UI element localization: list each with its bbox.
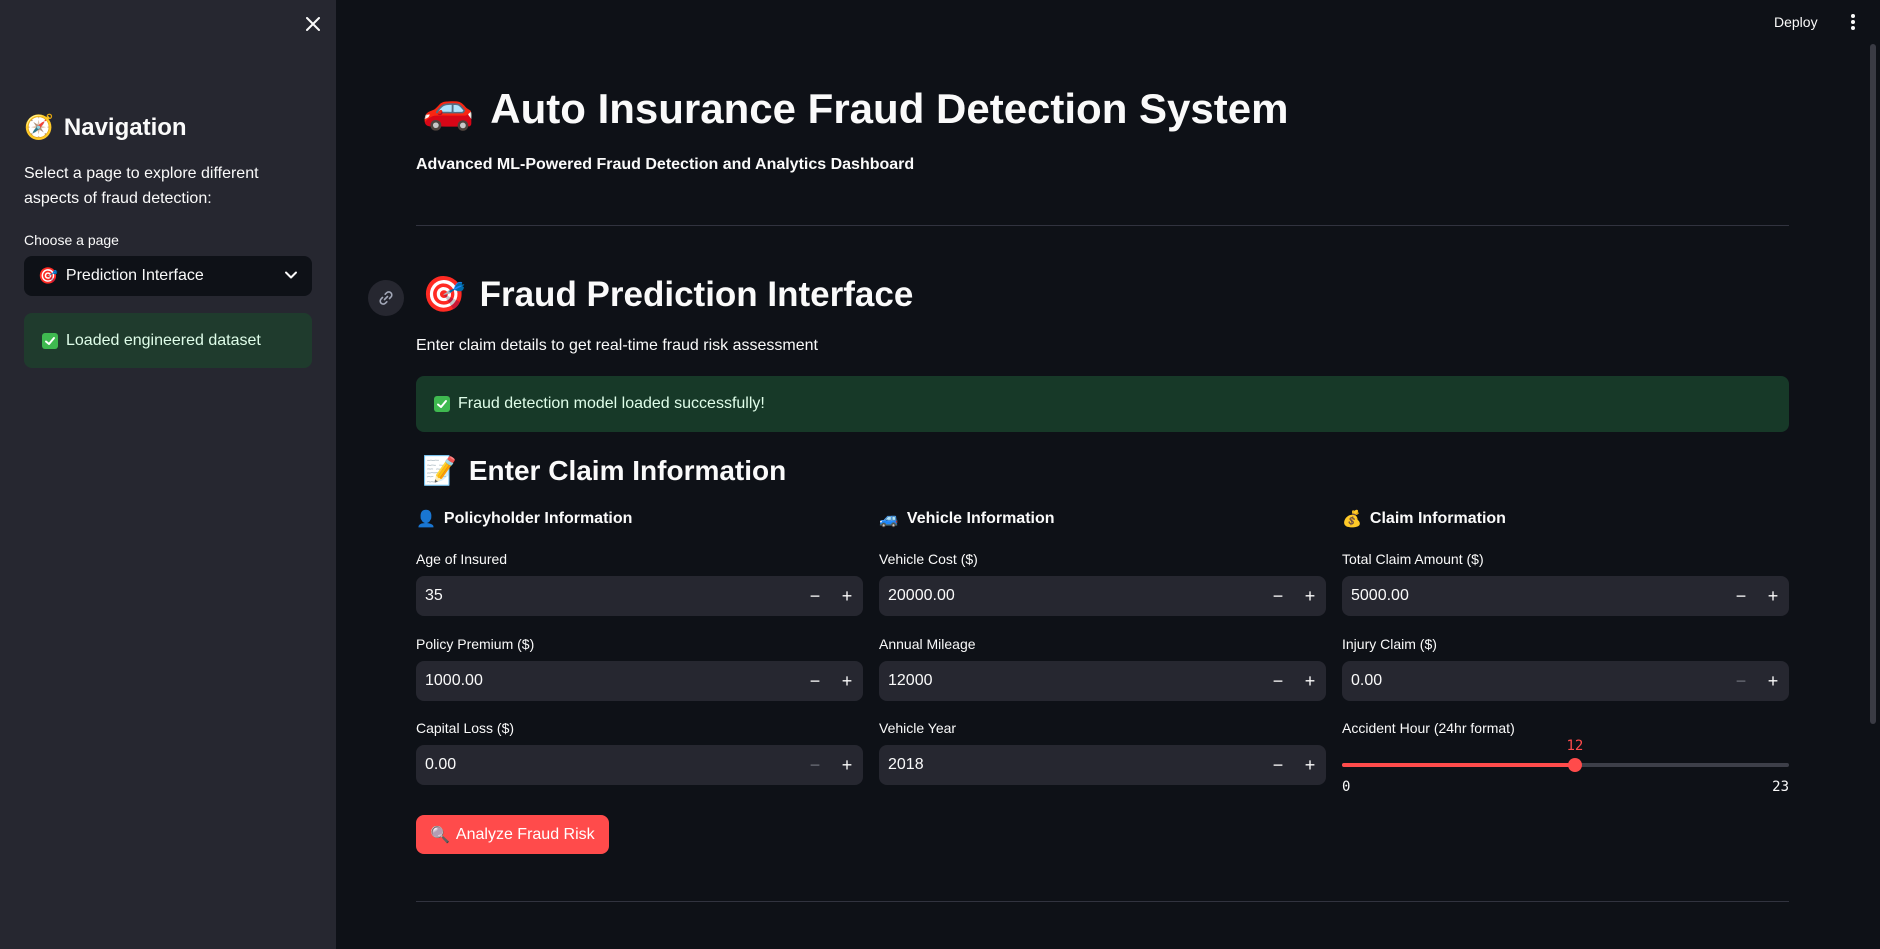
age-value[interactable]: 35: [416, 587, 799, 605]
increment-button[interactable]: +: [1757, 576, 1789, 616]
section-title-text: Fraud Prediction Interface: [479, 274, 914, 314]
suv-icon: 🚙: [879, 511, 899, 528]
capital-loss-value[interactable]: 0.00: [416, 756, 799, 774]
target-icon: 🎯: [422, 275, 466, 314]
decrement-button[interactable]: −: [1262, 576, 1294, 616]
claim-column: 💰 Claim Information Total Claim Amount (…: [1342, 508, 1789, 795]
sidebar-title-text: Navigation: [63, 113, 187, 141]
slider-value: 12: [1566, 738, 1584, 754]
close-icon: [306, 17, 320, 31]
kebab-menu-icon[interactable]: [1846, 12, 1860, 32]
check-icon: [434, 396, 450, 412]
vehicle-year-value[interactable]: 2018: [879, 756, 1262, 774]
decrement-button[interactable]: −: [1262, 745, 1294, 785]
capital-loss-input[interactable]: 0.00 − +: [416, 745, 863, 785]
slider-fill: [1342, 763, 1575, 767]
decrement-button[interactable]: −: [1725, 576, 1757, 616]
increment-button[interactable]: +: [1294, 576, 1326, 616]
sidebar: 🧭 Navigation Select a page to explore di…: [0, 0, 336, 949]
model-loaded-text: Fraud detection model loaded successfull…: [458, 395, 765, 412]
scrollbar[interactable]: [1870, 44, 1876, 724]
sidebar-title: 🧭 Navigation: [24, 113, 187, 142]
page-select[interactable]: 🎯 Prediction Interface: [24, 256, 312, 296]
claim-heading: 💰 Claim Information: [1342, 508, 1789, 530]
analyze-button-label: Analyze Fraud Risk: [455, 825, 595, 843]
decrement-button[interactable]: −: [1262, 661, 1294, 701]
annual-mileage-value[interactable]: 12000: [879, 672, 1262, 690]
magnifier-icon: 🔍: [430, 826, 450, 844]
target-icon: 🎯: [38, 268, 58, 285]
section-caption: Enter claim details to get real-time fra…: [416, 337, 818, 354]
check-icon: [42, 332, 58, 349]
vehicle-heading: 🚙 Vehicle Information: [879, 508, 1326, 530]
increment-button[interactable]: +: [831, 576, 863, 616]
slider-thumb[interactable]: [1567, 758, 1582, 772]
total-claim-value[interactable]: 5000.00: [1342, 587, 1725, 605]
page-subtitle: Advanced ML-Powered Fraud Detection and …: [416, 156, 915, 173]
chevron-down-icon: [285, 271, 297, 279]
vehicle-year-label: Vehicle Year: [879, 720, 957, 736]
page-title: 🚗 Auto Insurance Fraud Detection System: [422, 84, 1288, 133]
age-label: Age of Insured: [416, 551, 508, 567]
page-select-label: Choose a page: [24, 232, 119, 248]
deploy-button[interactable]: Deploy: [1768, 10, 1824, 34]
car-icon: 🚗: [422, 84, 475, 131]
analyze-fraud-risk-button[interactable]: 🔍 Analyze Fraud Risk: [416, 815, 609, 854]
dataset-loaded-alert: Loaded engineered dataset: [24, 313, 312, 368]
accident-hour-label: Accident Hour (24hr format): [1342, 720, 1515, 736]
page-select-value: Prediction Interface: [65, 267, 204, 284]
vehicle-cost-value[interactable]: 20000.00: [879, 587, 1262, 605]
section-title: 🎯 Fraud Prediction Interface: [422, 274, 913, 315]
decrement-button[interactable]: −: [799, 661, 831, 701]
vehicle-cost-label: Vehicle Cost ($): [879, 551, 978, 567]
form-title: 📝 Enter Claim Information: [422, 454, 786, 487]
person-icon: 👤: [416, 511, 436, 528]
total-claim-input[interactable]: 5000.00 − +: [1342, 576, 1789, 616]
dataset-loaded-text: Loaded engineered dataset: [66, 331, 261, 349]
increment-button[interactable]: +: [1757, 661, 1789, 701]
vehicle-year-input[interactable]: 2018 − +: [879, 745, 1326, 785]
capital-loss-label: Capital Loss ($): [416, 720, 515, 736]
total-claim-label: Total Claim Amount ($): [1342, 551, 1484, 567]
divider: [416, 225, 1789, 226]
annual-mileage-label: Annual Mileage: [879, 636, 976, 652]
policyholder-heading-text: Policyholder Information: [443, 510, 633, 527]
page-title-text: Auto Insurance Fraud Detection System: [490, 84, 1289, 132]
memo-icon: 📝: [422, 455, 457, 486]
vehicle-column: 🚙 Vehicle Information Vehicle Cost ($) 2…: [879, 508, 1326, 785]
decrement-button[interactable]: −: [799, 745, 831, 785]
decrement-button[interactable]: −: [799, 576, 831, 616]
close-sidebar-button[interactable]: [300, 11, 326, 37]
increment-button[interactable]: +: [831, 661, 863, 701]
premium-label: Policy Premium ($): [416, 636, 535, 652]
vehicle-heading-text: Vehicle Information: [906, 510, 1055, 527]
age-input[interactable]: 35 − +: [416, 576, 863, 616]
model-loaded-alert: Fraud detection model loaded successfull…: [416, 376, 1789, 432]
form-title-text: Enter Claim Information: [468, 454, 787, 486]
link-icon: [379, 291, 393, 305]
slider-max: 23: [1772, 779, 1789, 795]
anchor-link-button[interactable]: [368, 280, 404, 316]
premium-value[interactable]: 1000.00: [416, 672, 799, 690]
increment-button[interactable]: +: [831, 745, 863, 785]
policyholder-column: 👤 Policyholder Information Age of Insure…: [416, 508, 863, 785]
increment-button[interactable]: +: [1294, 745, 1326, 785]
increment-button[interactable]: +: [1294, 661, 1326, 701]
slider-min: 0: [1342, 779, 1351, 795]
policyholder-heading: 👤 Policyholder Information: [416, 508, 863, 530]
injury-claim-value[interactable]: 0.00: [1342, 672, 1725, 690]
premium-input[interactable]: 1000.00 − +: [416, 661, 863, 701]
injury-claim-label: Injury Claim ($): [1342, 636, 1437, 652]
divider: [416, 901, 1789, 902]
decrement-button[interactable]: −: [1725, 661, 1757, 701]
sidebar-description: Select a page to explore different aspec…: [24, 165, 259, 207]
vehicle-cost-input[interactable]: 20000.00 − +: [879, 576, 1326, 616]
money-bag-icon: 💰: [1342, 511, 1362, 528]
injury-claim-input[interactable]: 0.00 − +: [1342, 661, 1789, 701]
annual-mileage-input[interactable]: 12000 − +: [879, 661, 1326, 701]
compass-icon: 🧭: [24, 114, 54, 141]
claim-heading-text: Claim Information: [1369, 510, 1506, 527]
